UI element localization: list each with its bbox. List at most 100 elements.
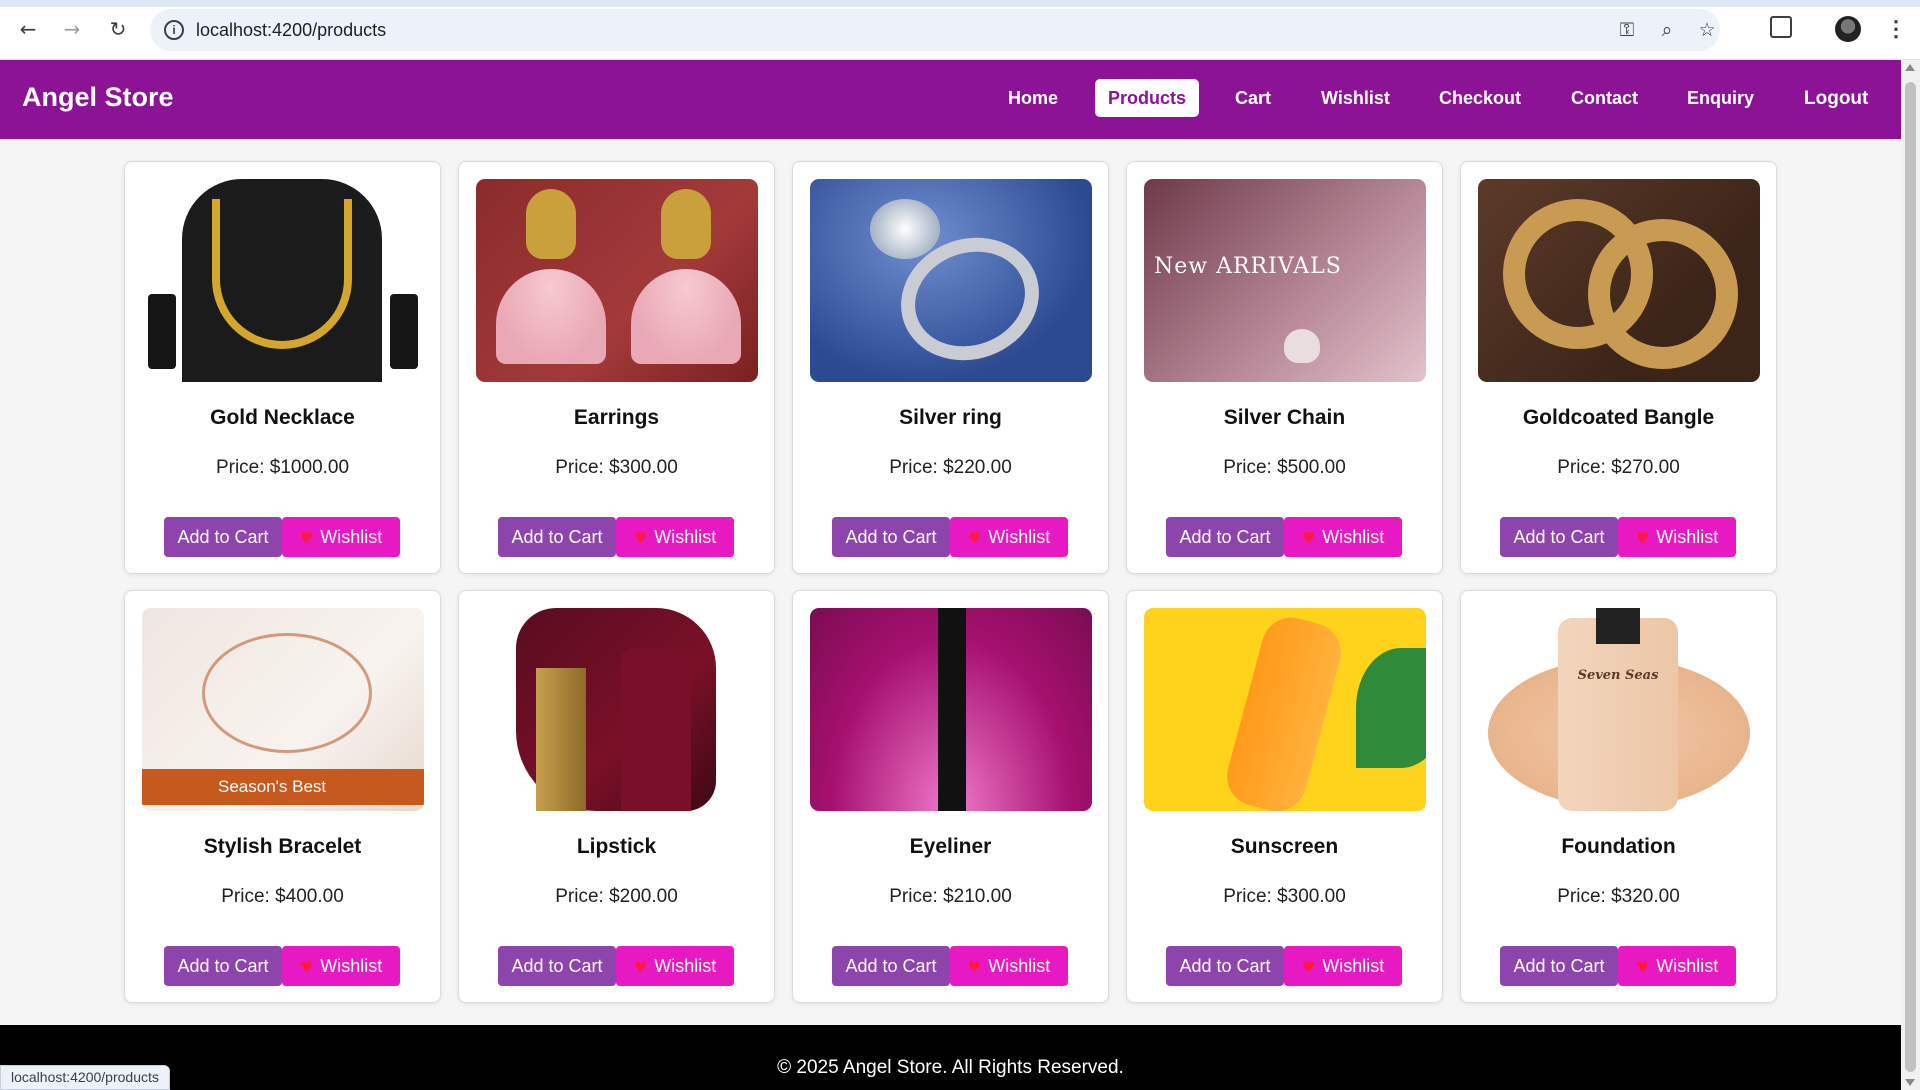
scrollbar-thumb[interactable]	[1905, 82, 1916, 1072]
wishlist-label: Wishlist	[654, 527, 717, 547]
product-image-lipstick[interactable]	[476, 608, 758, 811]
tab-strip	[0, 0, 1920, 7]
scroll-up-arrow-icon[interactable]	[1905, 64, 1915, 71]
wishlist-label: Wishlist	[988, 527, 1051, 547]
product-image-sunscreen[interactable]	[1144, 608, 1426, 811]
wishlist-label: Wishlist	[1656, 956, 1719, 976]
wishlist-button[interactable]: ♥ Wishlist	[282, 946, 400, 986]
nav-products[interactable]: Products	[1095, 79, 1200, 117]
image-brand-text: Seven Seas	[1577, 668, 1659, 683]
product-price: Price: $500.00	[1127, 457, 1442, 479]
wishlist-button[interactable]: ♥ Wishlist	[616, 946, 734, 986]
product-image-goldcoated-bangle[interactable]	[1478, 179, 1760, 382]
wishlist-button[interactable]: ♥ Wishlist	[616, 517, 734, 557]
product-price: Price: $210.00	[793, 886, 1108, 908]
product-card: Season's Best Stylish Bracelet Price: $4…	[124, 590, 441, 1003]
product-name: Gold Necklace	[210, 406, 355, 429]
heart-icon: ♥	[967, 529, 982, 547]
price-label: Price:	[889, 457, 944, 478]
product-name: Silver ring	[899, 406, 1002, 429]
heart-icon: ♥	[299, 958, 314, 976]
wishlist-button[interactable]: ♥ Wishlist	[1284, 946, 1402, 986]
product-card: Sunscreen Price: $300.00 Add to Cart ♥ Wi…	[1126, 590, 1443, 1003]
wishlist-button[interactable]: ♥ Wishlist	[1618, 946, 1736, 986]
nav-cart[interactable]: Cart	[1222, 79, 1284, 117]
forward-icon[interactable]: →	[58, 15, 86, 43]
product-price: Price: $300.00	[459, 457, 774, 479]
add-to-cart-button[interactable]: Add to Cart	[164, 946, 282, 986]
zoom-icon[interactable]: ⌕	[1656, 19, 1678, 41]
add-to-cart-button[interactable]: Add to Cart	[1166, 946, 1284, 986]
product-price: Price: $1000.00	[125, 457, 440, 479]
scroll-down-arrow-icon[interactable]	[1905, 1079, 1915, 1086]
wishlist-button[interactable]: ♥ Wishlist	[1284, 517, 1402, 557]
product-name: Earrings	[573, 406, 660, 429]
price-label: Price:	[889, 886, 944, 907]
heart-icon: ♥	[1301, 529, 1316, 547]
address-bar[interactable]: i localhost:4200/products ⚿ ⌕ ☆	[150, 9, 1720, 51]
wishlist-button[interactable]: ♥ Wishlist	[950, 946, 1068, 986]
back-icon[interactable]: ←	[14, 15, 42, 43]
price-label: Price:	[215, 457, 270, 478]
bookmark-star-icon[interactable]: ☆	[1696, 19, 1718, 41]
brand-logo[interactable]: Angel Store	[22, 82, 174, 113]
product-image-earrings[interactable]	[476, 179, 758, 382]
wishlist-label: Wishlist	[320, 956, 383, 976]
add-to-cart-button[interactable]: Add to Cart	[1166, 517, 1284, 557]
extensions-icon[interactable]	[1770, 16, 1792, 38]
product-image-gold-necklace[interactable]	[142, 179, 424, 382]
heart-icon: ♥	[633, 958, 648, 976]
product-image-foundation[interactable]: Seven Seas	[1478, 608, 1760, 811]
price-value: $220.00	[943, 457, 1012, 478]
browser-toolbar: ← → ↻ i localhost:4200/products ⚿ ⌕ ☆ ⋮	[0, 0, 1920, 60]
app-header: Angel Store Home Products Cart Wishlist …	[0, 60, 1901, 139]
heart-icon: ♥	[299, 529, 314, 547]
wishlist-button[interactable]: ♥ Wishlist	[282, 517, 400, 557]
password-key-icon[interactable]: ⚿	[1616, 19, 1638, 41]
price-value: $300.00	[609, 457, 678, 478]
add-to-cart-button[interactable]: Add to Cart	[1500, 517, 1618, 557]
product-price: Price: $200.00	[459, 886, 774, 908]
browser-menu-icon[interactable]: ⋮	[1885, 15, 1907, 43]
logout-link[interactable]: Logout	[1804, 88, 1868, 110]
add-to-cart-button[interactable]: Add to Cart	[832, 517, 950, 557]
add-to-cart-button[interactable]: Add to Cart	[498, 946, 616, 986]
price-label: Price:	[555, 886, 610, 907]
reload-icon[interactable]: ↻	[104, 15, 132, 43]
profile-avatar[interactable]	[1835, 16, 1861, 42]
nav-home[interactable]: Home	[995, 79, 1071, 117]
copyright-text: © 2025 Angel Store. All Rights Reserved.	[777, 1057, 1124, 1078]
nav-contact[interactable]: Contact	[1558, 79, 1651, 117]
product-image-silver-chain[interactable]: New ARRIVALS	[1144, 179, 1426, 382]
wishlist-label: Wishlist	[320, 527, 383, 547]
wishlist-button[interactable]: ♥ Wishlist	[950, 517, 1068, 557]
product-name: Silver Chain	[1223, 406, 1346, 429]
add-to-cart-button[interactable]: Add to Cart	[832, 946, 950, 986]
product-name: Eyeliner	[909, 835, 992, 858]
product-card: Earrings Price: $300.00 Add to Cart ♥ Wis…	[458, 161, 775, 574]
heart-icon: ♥	[633, 529, 648, 547]
wishlist-button[interactable]: ♥ Wishlist	[1618, 517, 1736, 557]
nav-wishlist[interactable]: Wishlist	[1308, 79, 1403, 117]
wishlist-label: Wishlist	[1322, 956, 1385, 976]
product-image-silver-ring[interactable]	[810, 179, 1092, 382]
product-price: Price: $400.00	[125, 886, 440, 908]
add-to-cart-button[interactable]: Add to Cart	[1500, 946, 1618, 986]
wishlist-label: Wishlist	[1322, 527, 1385, 547]
nav-enquiry[interactable]: Enquiry	[1674, 79, 1767, 117]
price-label: Price:	[1223, 886, 1278, 907]
product-card: Goldcoated Bangle Price: $270.00 Add to …	[1460, 161, 1777, 574]
vertical-scrollbar[interactable]	[1901, 60, 1920, 1090]
page-footer: © 2025 Angel Store. All Rights Reserved.	[0, 1025, 1901, 1090]
url-text[interactable]: localhost:4200/products	[196, 20, 386, 41]
product-image-stylish-bracelet[interactable]: Season's Best	[142, 608, 424, 811]
add-to-cart-button[interactable]: Add to Cart	[164, 517, 282, 557]
product-card: New ARRIVALS Silver Chain Price: $500.00…	[1126, 161, 1443, 574]
product-image-eyeliner[interactable]	[810, 608, 1092, 811]
site-info-icon[interactable]: i	[164, 20, 184, 40]
product-name: Sunscreen	[1230, 835, 1339, 858]
add-to-cart-button[interactable]: Add to Cart	[498, 517, 616, 557]
wishlist-label: Wishlist	[988, 956, 1051, 976]
price-value: $500.00	[1277, 457, 1346, 478]
nav-checkout[interactable]: Checkout	[1426, 79, 1534, 117]
